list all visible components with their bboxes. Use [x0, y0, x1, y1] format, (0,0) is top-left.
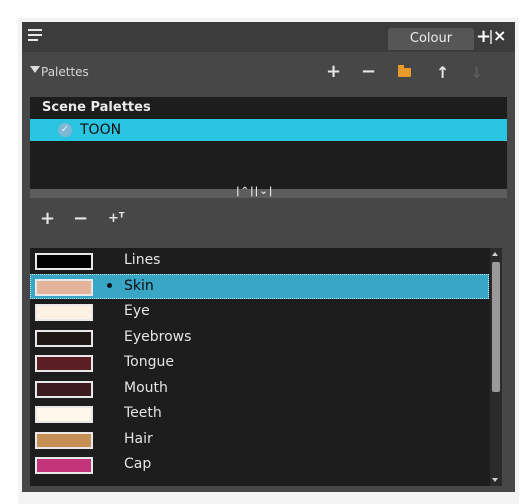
splitter-handle[interactable]: |⌃||⌄|	[30, 186, 507, 198]
separator-icon	[490, 30, 492, 44]
colour-swatch[interactable]	[35, 304, 93, 321]
palette-item-toon[interactable]: ✓ TOON	[30, 119, 507, 141]
colour-swatch[interactable]	[35, 431, 93, 449]
colour-swatch[interactable]	[35, 329, 93, 347]
colour-row[interactable]: Lines	[30, 248, 489, 273]
colour-row[interactable]: Eyebrows	[30, 325, 489, 350]
colour-swatch-list: Lines Skin Eye Eyebrows Tongue Mouth Teeth Hair…	[30, 248, 502, 486]
colour-toolbar: + − +ᵀ	[22, 208, 515, 232]
palettes-header: Palettes + − ↑ ↓	[22, 60, 515, 84]
colour-swatch[interactable]	[35, 278, 93, 296]
colour-swatch[interactable]	[35, 457, 93, 474]
colour-row[interactable]: Tongue	[30, 350, 489, 375]
palettes-title: Palettes	[41, 65, 89, 79]
colour-swatch[interactable]	[35, 355, 93, 372]
splitter-arrows-icon: |⌃||⌄|	[236, 186, 274, 197]
colour-label: Hair	[124, 430, 153, 447]
add-palette-button[interactable]: +	[326, 62, 341, 82]
colour-row[interactable]: Hair	[30, 427, 489, 452]
add-view-icon[interactable]: +	[476, 27, 491, 47]
colour-label: Tongue	[124, 354, 174, 370]
colour-swatch[interactable]	[35, 380, 93, 398]
current-colour-dot-icon	[107, 282, 112, 288]
title-bar: Colour + ×	[22, 22, 515, 52]
scroll-thumb[interactable]	[492, 262, 500, 392]
collapse-triangle-icon[interactable]	[30, 66, 40, 73]
scroll-up-icon[interactable]	[492, 252, 498, 256]
scene-palettes-header: Scene Palettes	[42, 100, 151, 115]
add-texture-icon[interactable]: +ᵀ	[108, 208, 124, 230]
scene-palette-list: Scene Palettes ✓ TOON	[30, 97, 507, 189]
colour-swatch[interactable]	[35, 406, 93, 423]
checkmark-icon: ✓	[58, 123, 72, 137]
remove-colour-button[interactable]: −	[73, 208, 88, 230]
colour-row[interactable]: Eye	[30, 299, 489, 324]
colour-row[interactable]: Skin	[30, 273, 489, 299]
colour-view-panel: Colour + × Palettes + − ↑ ↓ Scene Palett…	[22, 22, 515, 492]
colour-label: Teeth	[124, 405, 162, 421]
colour-label: Mouth	[124, 379, 168, 396]
colour-label: Lines	[124, 252, 161, 268]
close-icon[interactable]: ×	[493, 26, 506, 46]
colour-row[interactable]: Mouth	[30, 376, 489, 401]
colour-label: Eyebrows	[124, 328, 192, 345]
colour-row[interactable]: Teeth	[30, 401, 489, 426]
move-up-icon[interactable]: ↑	[436, 63, 449, 82]
add-colour-button[interactable]: +	[40, 208, 55, 230]
colour-label: Skin	[124, 277, 154, 294]
colour-row[interactable]: Cap	[30, 452, 489, 477]
folder-icon[interactable]	[398, 65, 411, 77]
scrollbar[interactable]	[490, 248, 502, 486]
colour-swatch[interactable]	[35, 253, 93, 270]
colour-label: Eye	[124, 303, 150, 319]
remove-palette-button[interactable]: −	[361, 62, 376, 82]
hamburger-menu-icon[interactable]	[28, 29, 42, 43]
move-down-icon[interactable]: ↓	[470, 63, 483, 82]
colour-label: Cap	[124, 456, 152, 472]
tab-colour[interactable]: Colour	[388, 28, 474, 50]
palette-label: TOON	[80, 122, 122, 138]
scroll-down-icon[interactable]	[492, 478, 498, 482]
